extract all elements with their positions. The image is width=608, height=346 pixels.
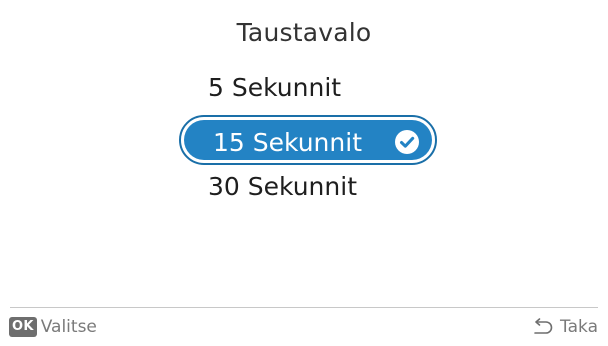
check-circle-icon [395,130,419,154]
ok-badge: OK [9,317,37,337]
ok-select-hint[interactable]: OK Valitse [9,316,97,338]
back-arrow-icon [534,318,553,334]
footer-divider [10,307,598,308]
option-15-seconds[interactable]: 15 Sekunnit [179,115,437,165]
select-label: Valitse [40,317,97,337]
option-15-seconds-label: 15 Sekunnit [213,128,362,157]
selection-highlight: 15 Sekunnit [184,120,432,160]
page-title: Taustavalo [236,18,372,47]
option-5-seconds[interactable]: 5 Sekunnit [208,73,341,103]
backlight-settings-screen: Taustavalo 5 Sekunnit 15 Sekunnit 30 Sek… [0,0,608,346]
back-label: Taka [560,317,598,337]
back-hint[interactable]: Taka [532,316,598,338]
option-30-seconds[interactable]: 30 Sekunnit [208,172,357,202]
